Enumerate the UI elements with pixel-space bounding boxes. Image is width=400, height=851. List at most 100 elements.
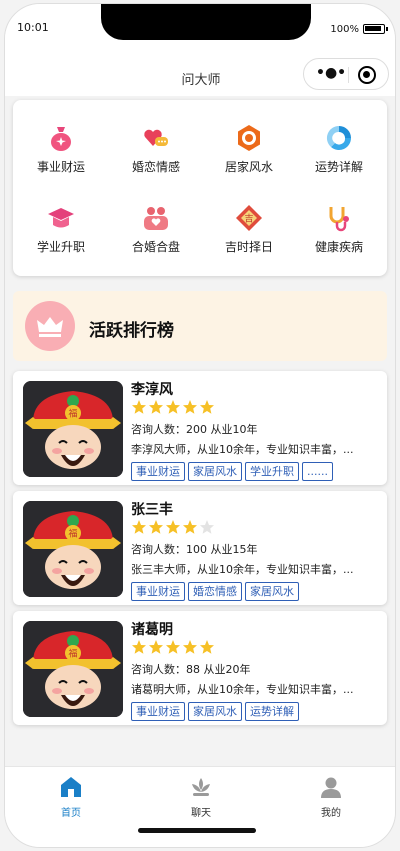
- star-filled-icon: [132, 520, 146, 534]
- category-item-date[interactable]: 吉 吉时择日: [209, 204, 289, 264]
- god-of-wealth-avatar: 福: [23, 381, 123, 477]
- ranking-banner[interactable]: 活跃排行榜: [13, 291, 387, 361]
- category-item-fortune[interactable]: 运势详解: [299, 124, 379, 184]
- tag[interactable]: 事业财运: [131, 582, 185, 601]
- svg-text:福: 福: [68, 528, 77, 540]
- category-label: 居家风水: [224, 160, 273, 174]
- category-item-marriage[interactable]: 合婚合盘: [116, 204, 196, 264]
- ranking-title: 活跃排行榜: [89, 321, 174, 341]
- tab-home[interactable]: 首页: [31, 775, 111, 819]
- star-filled-icon: [166, 640, 180, 654]
- tab-label: 聊天: [191, 808, 211, 819]
- notch: [101, 4, 311, 40]
- tag[interactable]: 家居风水: [245, 582, 299, 601]
- money-bag-icon: [47, 124, 75, 152]
- tag-list: 事业财运 婚恋情感 家居风水: [131, 580, 302, 601]
- close-target-icon[interactable]: [358, 66, 376, 84]
- tag[interactable]: 事业财运: [131, 462, 185, 481]
- rating-stars: [131, 639, 216, 657]
- master-avatar: 福: [23, 501, 123, 597]
- auspicious-diamond-icon: 吉: [235, 204, 263, 232]
- tag[interactable]: 学业升职: [245, 462, 299, 481]
- star-filled-icon: [166, 520, 180, 534]
- master-stats: 咨询人数：200 从业10年: [131, 423, 258, 436]
- couple-icon: [142, 204, 170, 232]
- tab-chat[interactable]: 聊天: [161, 775, 241, 819]
- tab-label: 我的: [321, 808, 341, 819]
- category-item-fengshui[interactable]: 居家风水: [209, 124, 289, 184]
- god-of-wealth-avatar: 福: [23, 621, 123, 717]
- phone-screen: 10:01 100% 问大师 •●• 事业财运 婚恋情感 居家风水 运势详解 学…: [0, 0, 400, 851]
- category-label: 吉时择日: [224, 240, 273, 254]
- category-label: 健康疾病: [314, 240, 363, 254]
- phone-frame: 10:01 100% 问大师 •●• 事业财运 婚恋情感 居家风水 运势详解 学…: [4, 3, 396, 848]
- star-filled-icon: [183, 520, 197, 534]
- master-description: 张三丰大师，从业10余年，专业知识丰富，...: [131, 563, 354, 576]
- tag[interactable]: 婚恋情感: [188, 582, 242, 601]
- rating-stars: [131, 399, 216, 417]
- crown-icon: [25, 301, 75, 351]
- status-time: 10:01: [17, 21, 49, 34]
- user-icon: [319, 775, 343, 799]
- tag[interactable]: 家居风水: [188, 462, 242, 481]
- svg-text:吉: 吉: [244, 214, 253, 225]
- chat-lotus-icon: [189, 775, 213, 799]
- tag-more[interactable]: ......: [302, 462, 333, 481]
- category-label: 运势详解: [314, 160, 363, 174]
- master-stats: 咨询人数：88 从业20年: [131, 663, 251, 676]
- tag[interactable]: 事业财运: [131, 702, 185, 721]
- capsule-divider: [348, 67, 349, 83]
- star-filled-icon: [132, 400, 146, 414]
- star-filled-icon: [149, 640, 163, 654]
- category-label: 合婚合盘: [131, 240, 180, 254]
- category-label: 事业财运: [36, 160, 85, 174]
- star-filled-icon: [200, 400, 214, 414]
- tag[interactable]: 家居风水: [188, 702, 242, 721]
- category-item-study[interactable]: 学业升职: [21, 204, 101, 264]
- star-empty-icon: [200, 520, 214, 534]
- battery-icon: [363, 24, 385, 34]
- rating-stars: [131, 519, 216, 537]
- battery-tip: [386, 27, 388, 31]
- category-grid: 事业财运 婚恋情感 居家风水 运势详解 学业升职 合婚合盘 吉 吉时择日 健康疾…: [13, 100, 387, 276]
- stethoscope-icon: [325, 204, 353, 232]
- god-of-wealth-avatar: 福: [23, 501, 123, 597]
- home-indicator: [138, 828, 256, 833]
- master-name: 张三丰: [131, 502, 173, 518]
- home-icon: [59, 775, 83, 799]
- nav-bar: 问大师 •●•: [5, 56, 395, 96]
- battery-percent: 100%: [330, 24, 359, 35]
- master-avatar: 福: [23, 381, 123, 477]
- tag[interactable]: 运势详解: [245, 702, 299, 721]
- category-item-career[interactable]: 事业财运: [21, 124, 101, 184]
- master-description: 李淳风大师，从业10余年，专业知识丰富，...: [131, 443, 354, 456]
- tab-label: 首页: [61, 808, 81, 819]
- svg-text:福: 福: [68, 648, 77, 660]
- svg-text:福: 福: [68, 408, 77, 420]
- tab-bar: 首页 聊天 我的: [5, 766, 395, 847]
- star-filled-icon: [166, 400, 180, 414]
- category-label: 学业升职: [36, 240, 85, 254]
- category-label: 婚恋情感: [131, 160, 180, 174]
- category-item-love[interactable]: 婚恋情感: [116, 124, 196, 184]
- master-avatar: 福: [23, 621, 123, 717]
- master-stats: 咨询人数：100 从业15年: [131, 543, 258, 556]
- master-name: 诸葛明: [131, 622, 173, 638]
- master-name: 李淳风: [131, 382, 173, 398]
- star-filled-icon: [149, 400, 163, 414]
- tag-list: 事业财运 家居风水 运势详解: [131, 700, 302, 721]
- master-card[interactable]: 福 张三丰 咨询人数：100 从业15年 张三丰大师，从业10余年，专业知识丰富…: [13, 491, 387, 605]
- master-card[interactable]: 福 诸葛明 咨询人数：88 从业20年 诸葛明大师，从业10余年，专业知识丰富，…: [13, 611, 387, 725]
- mini-program-capsule: •●•: [303, 58, 389, 90]
- category-item-health[interactable]: 健康疾病: [299, 204, 379, 264]
- more-icon[interactable]: •●•: [316, 65, 346, 81]
- star-filled-icon: [183, 400, 197, 414]
- tab-mine[interactable]: 我的: [291, 775, 371, 819]
- master-description: 诸葛明大师，从业10余年，专业知识丰富，...: [131, 683, 354, 696]
- star-filled-icon: [200, 640, 214, 654]
- star-filled-icon: [183, 640, 197, 654]
- graduation-cap-icon: [47, 204, 75, 232]
- hearts-chat-icon: [142, 124, 170, 152]
- star-filled-icon: [149, 520, 163, 534]
- master-card[interactable]: 福 李淳风 咨询人数：200 从业10年 李淳风大师，从业10余年，专业知识丰富…: [13, 371, 387, 485]
